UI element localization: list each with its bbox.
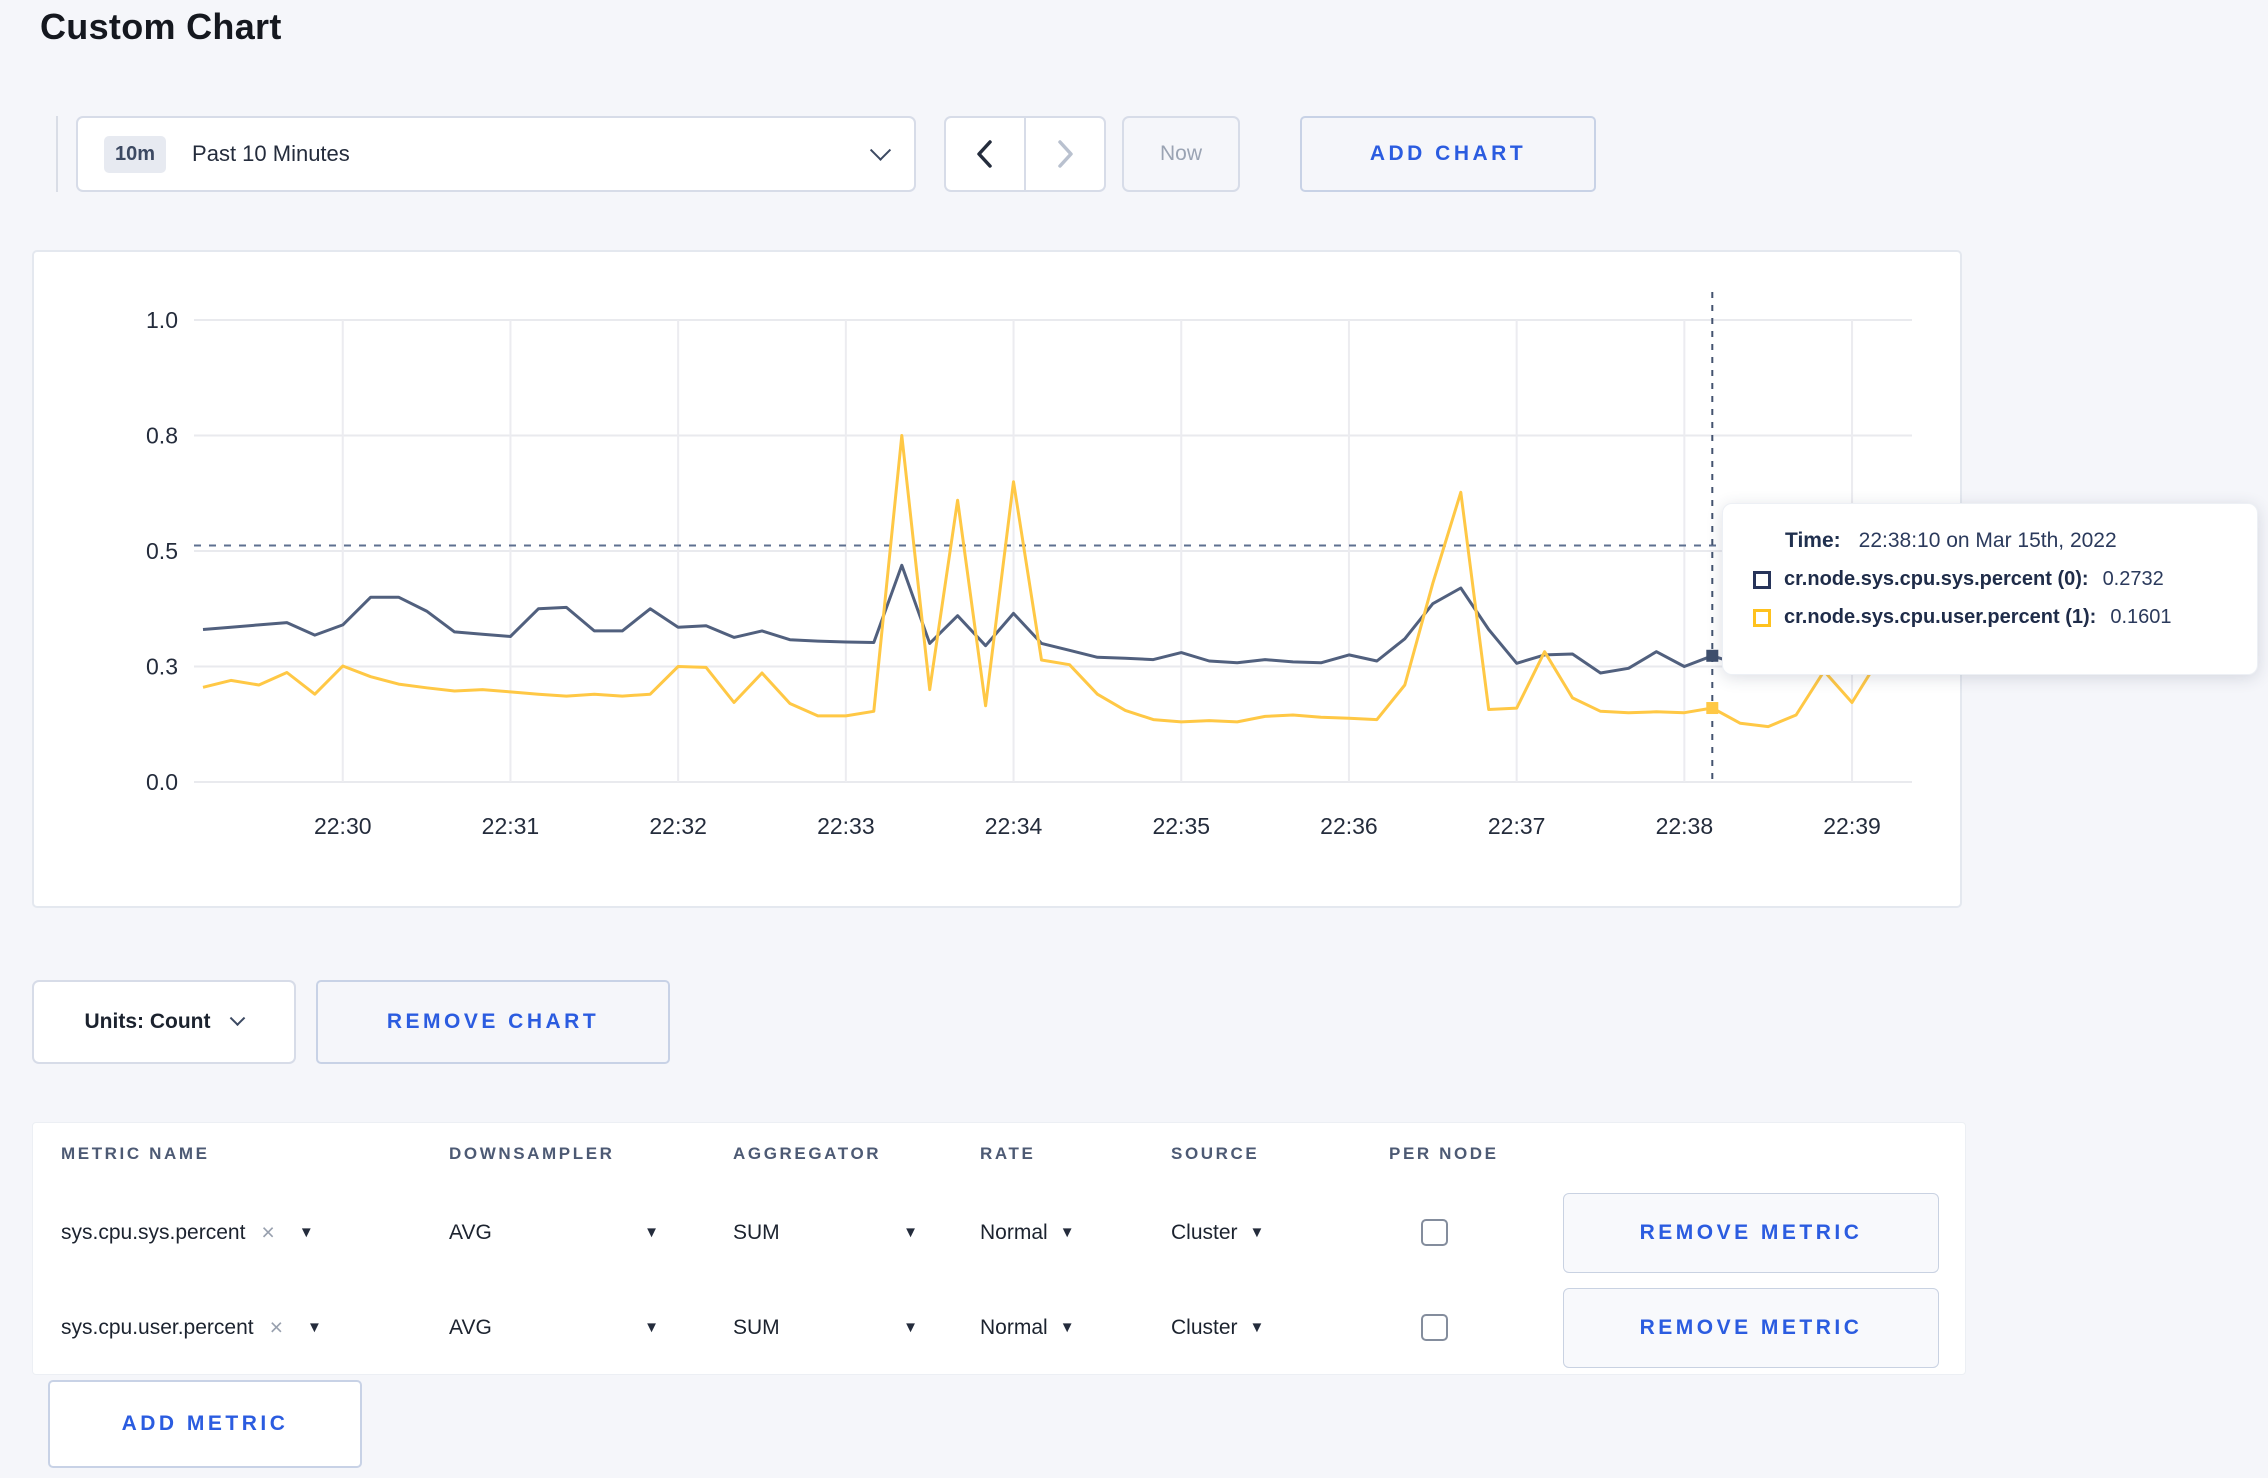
toolbar-divider	[56, 116, 58, 192]
chevron-down-icon	[869, 139, 892, 161]
time-range-label: Past 10 Minutes	[192, 141, 350, 166]
col-header-aggregator: AGGREGATOR	[733, 1144, 882, 1163]
units-dropdown[interactable]: Units: Count	[32, 980, 296, 1064]
metrics-table-header: METRIC NAME DOWNSAMPLER AGGREGATOR RATE …	[33, 1123, 1965, 1185]
tooltip-series-value: 0.2732	[2102, 568, 2164, 590]
y-axis-label: 0.3	[146, 654, 178, 680]
prev-range-button[interactable]	[946, 118, 1024, 190]
col-header-rate: RATE	[980, 1144, 1036, 1163]
downsampler-value: AVG	[449, 1220, 492, 1244]
metrics-line-chart[interactable]: 0.0 0.3 0.5 0.8 1.0 22:30 22:31 22:32 22:33 22:34…	[34, 252, 1960, 906]
metric-name: sys.cpu.user.percent	[61, 1315, 254, 1339]
caret-down-icon: ▼	[903, 1319, 918, 1336]
x-axis-label: 22:33	[817, 813, 875, 839]
tooltip-series-row: cr.node.sys.cpu.sys.percent (0): 0.2732	[1723, 568, 2257, 591]
downsampler-dropdown[interactable]: AVG ▼	[449, 1316, 733, 1340]
caret-down-icon: ▼	[644, 1319, 659, 1336]
aggregator-dropdown[interactable]: SUM ▼	[733, 1316, 980, 1340]
y-axis-label: 0.0	[146, 769, 178, 795]
caret-down-icon: ▼	[298, 1224, 314, 1241]
clear-metric-icon[interactable]: ×	[270, 1314, 283, 1341]
col-header-source: SOURCE	[1171, 1144, 1260, 1163]
add-chart-button[interactable]: ADD CHART	[1300, 116, 1596, 192]
cr.node.sys.cpu.user.percent-line	[202, 434, 1882, 729]
metrics-table: METRIC NAME DOWNSAMPLER AGGREGATOR RATE …	[32, 1122, 1966, 1375]
col-header-downsampler: DOWNSAMPLER	[449, 1144, 615, 1163]
rate-value: Normal	[980, 1220, 1048, 1244]
page-title: Custom Chart	[40, 6, 282, 47]
user-series-swatch-icon	[1753, 608, 1771, 627]
col-header-per-node: PER NODE	[1389, 1144, 1499, 1163]
rate-value: Normal	[980, 1315, 1048, 1339]
time-nav-group	[944, 116, 1106, 192]
y-axis-label: 1.0	[146, 307, 178, 333]
tooltip-series-row: cr.node.sys.cpu.user.percent (1): 0.1601	[1723, 606, 2257, 629]
now-button[interactable]: Now	[1122, 116, 1240, 192]
remove-chart-button[interactable]: REMOVE CHART	[316, 980, 670, 1064]
source-value: Cluster	[1171, 1315, 1238, 1339]
source-dropdown[interactable]: Cluster ▼	[1171, 1221, 1363, 1245]
chart-tooltip: Time: 22:38:10 on Mar 15th, 2022 cr.node.…	[1722, 503, 2258, 675]
tooltip-time-value: 22:38:10 on Mar 15th, 2022	[1858, 529, 2117, 552]
x-axis-label: 22:36	[1320, 813, 1378, 839]
caret-down-icon: ▼	[903, 1224, 918, 1241]
caret-down-icon: ▼	[1059, 1224, 1075, 1241]
x-axis-label: 22:30	[314, 813, 372, 839]
time-range-badge: 10m	[104, 135, 167, 173]
y-axis-label: 0.5	[146, 538, 178, 564]
caret-down-icon: ▼	[1249, 1319, 1265, 1336]
x-axis-label: 22:37	[1488, 813, 1546, 839]
metric-name-dropdown[interactable]: sys.cpu.sys.percent × ▼	[61, 1219, 449, 1246]
x-axis-label: 22:32	[649, 813, 707, 839]
downsampler-dropdown[interactable]: AVG ▼	[449, 1221, 733, 1245]
add-metric-button[interactable]: ADD METRIC	[48, 1380, 362, 1468]
rate-dropdown[interactable]: Normal ▼	[980, 1316, 1171, 1340]
chevron-right-icon	[1058, 140, 1073, 168]
tooltip-series-value: 0.1601	[2110, 606, 2172, 628]
metric-name: sys.cpu.sys.percent	[61, 1220, 246, 1244]
rate-dropdown[interactable]: Normal ▼	[980, 1221, 1171, 1245]
chart-card: 0.0 0.3 0.5 0.8 1.0 22:30 22:31 22:32 22:33 22:34…	[32, 250, 1962, 908]
x-axis-label: 22:38	[1656, 813, 1714, 839]
remove-metric-button[interactable]: REMOVE METRIC	[1563, 1192, 1939, 1273]
x-axis-label: 22:34	[985, 813, 1043, 839]
clear-metric-icon[interactable]: ×	[261, 1219, 274, 1246]
metric-row: sys.cpu.user.percent × ▼ AVG ▼ SUM ▼ Normal ▼ Clu…	[33, 1280, 1965, 1375]
hover-point-marker	[1706, 702, 1719, 715]
x-axis-label: 22:39	[1823, 813, 1881, 839]
chevron-left-icon	[977, 140, 992, 168]
source-value: Cluster	[1171, 1220, 1238, 1244]
caret-down-icon: ▼	[1059, 1319, 1075, 1336]
units-label: Units: Count	[84, 1010, 211, 1033]
tooltip-time-label: Time:	[1785, 529, 1841, 552]
y-axis-label: 0.8	[146, 423, 178, 449]
per-node-checkbox[interactable]	[1421, 1219, 1448, 1246]
hover-point-marker	[1706, 649, 1719, 662]
caret-down-icon: ▼	[644, 1224, 659, 1241]
tooltip-series-label: cr.node.sys.cpu.user.percent (1):	[1784, 606, 2097, 628]
aggregator-value: SUM	[733, 1220, 780, 1244]
x-axis-label: 22:31	[482, 813, 540, 839]
metric-name-dropdown[interactable]: sys.cpu.user.percent × ▼	[61, 1314, 449, 1341]
source-dropdown[interactable]: Cluster ▼	[1171, 1316, 1363, 1340]
custom-chart-page: Custom Chart 10m Past 10 Minutes Now ADD…	[0, 0, 2268, 1478]
remove-metric-button[interactable]: REMOVE METRIC	[1563, 1287, 1939, 1368]
downsampler-value: AVG	[449, 1315, 492, 1339]
aggregator-value: SUM	[733, 1315, 780, 1339]
next-range-button[interactable]	[1024, 118, 1104, 190]
tooltip-series-label: cr.node.sys.cpu.sys.percent (0):	[1784, 568, 2089, 590]
per-node-checkbox[interactable]	[1421, 1314, 1448, 1341]
caret-down-icon: ▼	[307, 1319, 322, 1336]
chevron-down-icon	[230, 1009, 246, 1026]
caret-down-icon: ▼	[1249, 1224, 1265, 1241]
aggregator-dropdown[interactable]: SUM ▼	[733, 1221, 980, 1245]
time-range-dropdown[interactable]: 10m Past 10 Minutes	[76, 116, 916, 192]
x-axis-label: 22:35	[1152, 813, 1210, 839]
col-header-metric-name: METRIC NAME	[61, 1144, 210, 1163]
metric-row: sys.cpu.sys.percent × ▼ AVG ▼ SUM ▼ Normal ▼ Clus…	[33, 1185, 1965, 1280]
sys-series-swatch-icon	[1753, 570, 1771, 589]
tooltip-time-row: Time: 22:38:10 on Mar 15th, 2022	[1723, 529, 2257, 553]
